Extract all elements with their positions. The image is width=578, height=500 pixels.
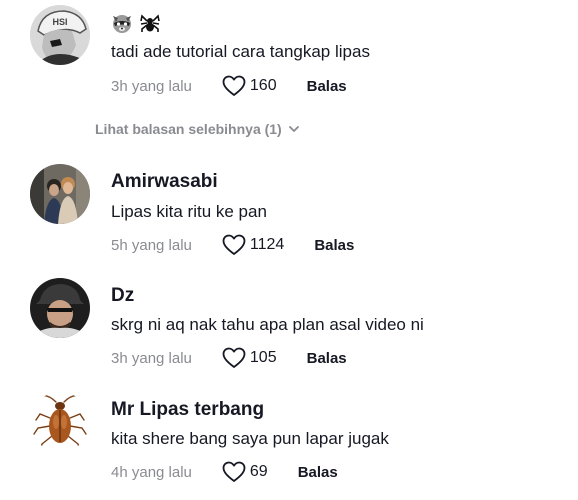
heart-icon [222,75,246,96]
reply-button[interactable]: Balas [314,237,354,254]
comment-text: tadi ade tutorial cara tangkap lipas [111,42,370,61]
comment-meta: 3h yang lalu 160 Balas [111,74,347,98]
like-button[interactable]: 1124 [222,234,284,256]
like-count: 69 [249,463,268,480]
chevron-down-icon [288,126,299,132]
raccoon-icon [111,12,133,34]
spider-icon [139,12,161,34]
comment-meta: 5h yang lalu 1124 Balas [111,233,354,257]
avatar[interactable] [30,278,90,338]
comment-text: skrg ni aq nak tahu apa plan asal video … [111,315,424,334]
commenter-name-emojis[interactable] [111,12,161,34]
comment-text: kita shere bang saya pun lapar jugak [111,429,389,448]
like-count: 105 [249,349,277,366]
like-button[interactable]: 160 [222,75,277,97]
comment-time: 3h yang lalu [111,77,192,95]
avatar-image-hat-man [30,278,90,338]
avatar-image-hat-person: HSI [30,5,90,65]
comment-time: 3h yang lalu [111,349,192,367]
avatar-image-cockroach-icon [30,392,90,452]
comment-meta: 3h yang lalu 105 Balas [111,346,347,370]
heart-icon [222,234,246,255]
reply-button[interactable]: Balas [307,350,347,367]
heart-icon [222,347,246,368]
view-more-replies[interactable]: Lihat balasan selebihnya (1) [95,121,300,137]
avatar[interactable] [30,392,90,452]
commenter-name[interactable]: Mr Lipas terbang [111,399,264,421]
comment-text: Lipas kita ritu ke pan [111,202,267,221]
svg-text:HSI: HSI [52,17,67,27]
comment-time: 5h yang lalu [111,236,192,254]
commenter-name[interactable]: Dz [111,285,134,307]
comment-meta: 4h yang lalu 69 Balas [111,460,338,484]
like-count: 1124 [249,236,285,253]
avatar-image-two-people [30,164,90,224]
reply-button[interactable]: Balas [307,78,347,95]
avatar[interactable]: HSI [30,5,90,65]
reply-button[interactable]: Balas [298,464,338,481]
comment-time: 4h yang lalu [111,463,192,481]
like-button[interactable]: 105 [222,347,277,369]
like-button[interactable]: 69 [222,461,268,483]
heart-icon [222,461,246,482]
like-count: 160 [249,77,277,94]
avatar[interactable] [30,164,90,224]
view-more-replies-label: Lihat balasan selebihnya (1) [95,121,282,137]
commenter-name[interactable]: Amirwasabi [111,171,218,193]
